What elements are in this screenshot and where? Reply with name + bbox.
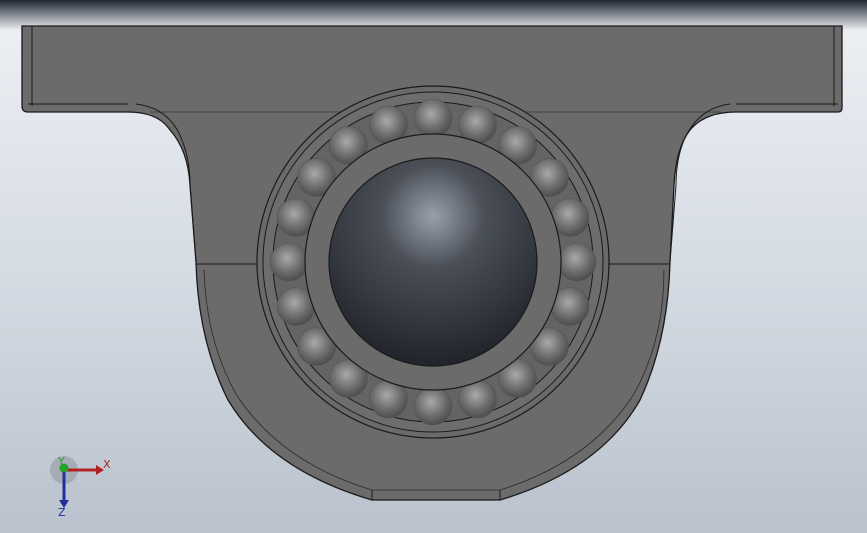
bearing-ball [413, 386, 453, 426]
graphics-viewport[interactable]: X Y Z [0, 0, 867, 533]
bearing-ball [557, 242, 597, 282]
bearing-model[interactable] [0, 0, 867, 533]
bearing-ball [269, 242, 309, 282]
shaft-bore[interactable] [328, 157, 538, 367]
bearing-ball [413, 98, 453, 138]
